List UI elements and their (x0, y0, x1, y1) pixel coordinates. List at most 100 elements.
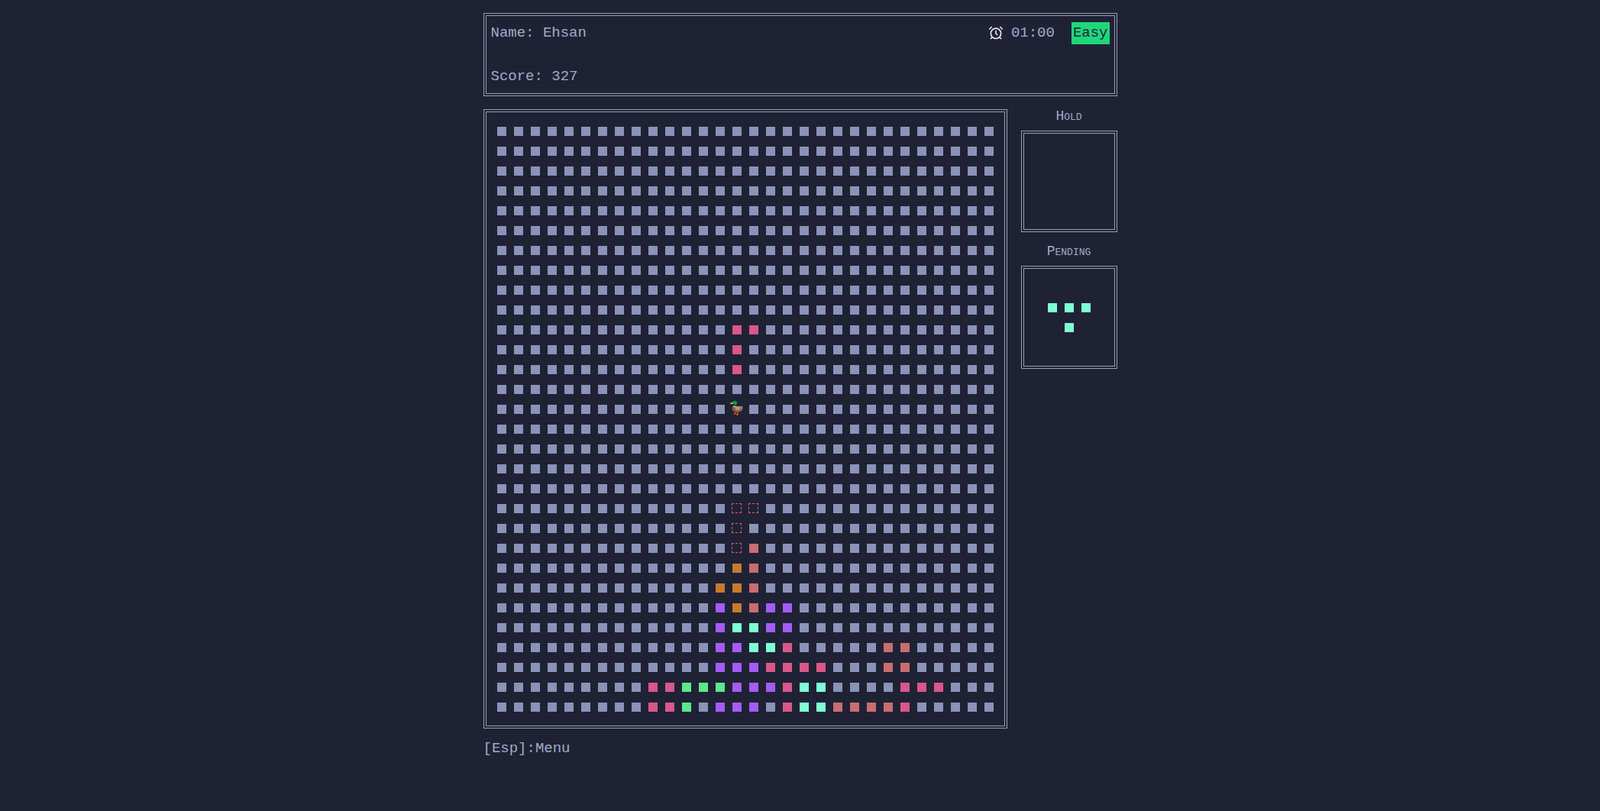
timer: 01:00 (1011, 22, 1055, 45)
empty-cell (493, 439, 511, 459)
empty-cell (913, 637, 931, 658)
empty-cell (879, 240, 897, 261)
empty-cell (594, 379, 611, 400)
empty-cell (678, 558, 695, 579)
empty-cell (829, 220, 847, 241)
empty-cell (947, 538, 964, 559)
empty-cell (610, 458, 628, 479)
empty-cell (510, 498, 527, 519)
empty-cell (778, 359, 796, 380)
empty-cell (594, 200, 611, 221)
block-cell (795, 697, 813, 718)
empty-cell (863, 359, 880, 380)
empty-cell (947, 141, 964, 162)
empty-cell (795, 538, 813, 559)
empty-cell (577, 260, 595, 281)
empty-cell (846, 161, 864, 182)
block-cell (745, 558, 763, 579)
empty-cell (930, 339, 948, 360)
empty-cell (846, 280, 864, 301)
empty-cell (661, 200, 679, 221)
empty-cell (863, 260, 880, 281)
empty-cell (526, 300, 544, 320)
empty-cell (560, 677, 578, 698)
empty-cell (510, 399, 527, 420)
empty-cell (863, 181, 880, 201)
empty-cell (896, 260, 914, 281)
empty-cell (678, 399, 695, 420)
empty-cell (610, 558, 628, 579)
empty-cell (863, 538, 880, 559)
empty-cell (543, 419, 561, 440)
empty-cell (896, 200, 914, 221)
empty-cell (493, 558, 511, 579)
empty-cell (661, 339, 679, 360)
empty-cell (963, 697, 981, 718)
block-cell (711, 578, 729, 598)
empty-cell (577, 538, 595, 559)
empty-cell (493, 458, 511, 479)
block-cell (678, 697, 695, 718)
empty-cell (913, 597, 931, 618)
empty-cell (577, 379, 595, 400)
empty-cell (896, 300, 914, 320)
empty-cell (778, 558, 796, 579)
empty-cell (594, 697, 611, 718)
empty-cell (778, 181, 796, 201)
empty-cell (493, 419, 511, 440)
empty-cell (510, 458, 527, 479)
empty-cell (493, 339, 511, 360)
empty-cell (913, 141, 931, 162)
empty-cell (510, 419, 527, 440)
block-cell (678, 677, 695, 698)
empty-cell (493, 637, 511, 658)
empty-cell (560, 697, 578, 718)
empty-cell (678, 181, 695, 201)
empty-cell (711, 161, 729, 182)
empty-cell (863, 161, 880, 182)
empty-cell (510, 518, 527, 539)
empty-cell (795, 498, 813, 519)
empty-cell (627, 320, 645, 340)
empty-cell (543, 558, 561, 579)
empty-cell (543, 538, 561, 559)
empty-cell (963, 677, 981, 698)
empty-cell (896, 578, 914, 598)
empty-cell (661, 379, 679, 400)
empty-cell (526, 320, 544, 340)
empty-cell (745, 458, 763, 479)
empty-cell (930, 280, 948, 301)
empty-cell (879, 458, 897, 479)
empty-cell (577, 181, 595, 201)
empty-cell (896, 141, 914, 162)
empty-cell (510, 200, 527, 221)
block-cell (745, 578, 763, 598)
empty-cell (510, 280, 527, 301)
empty-cell (947, 200, 964, 221)
empty-cell (896, 161, 914, 182)
menu-hint[interactable]: [Esp]:Menu (483, 737, 1118, 760)
empty-cell (778, 280, 796, 301)
empty-cell (627, 518, 645, 539)
empty-cell (644, 379, 662, 400)
empty-cell (762, 181, 779, 201)
empty-cell (778, 498, 796, 519)
block-cell (930, 677, 948, 698)
empty-cell (812, 498, 830, 519)
empty-cell (678, 121, 695, 142)
empty-cell (594, 518, 611, 539)
empty-cell (863, 320, 880, 340)
empty-cell (930, 439, 948, 459)
empty-cell (863, 200, 880, 221)
empty-cell (627, 121, 645, 142)
empty-cell (526, 458, 544, 479)
empty-cell (863, 597, 880, 618)
block-cell (745, 637, 763, 658)
empty-cell (594, 240, 611, 261)
empty-cell (711, 399, 729, 420)
empty-cell (493, 399, 511, 420)
empty-cell (930, 161, 948, 182)
empty-cell (627, 379, 645, 400)
empty-cell (728, 478, 746, 499)
empty-cell (560, 657, 578, 678)
